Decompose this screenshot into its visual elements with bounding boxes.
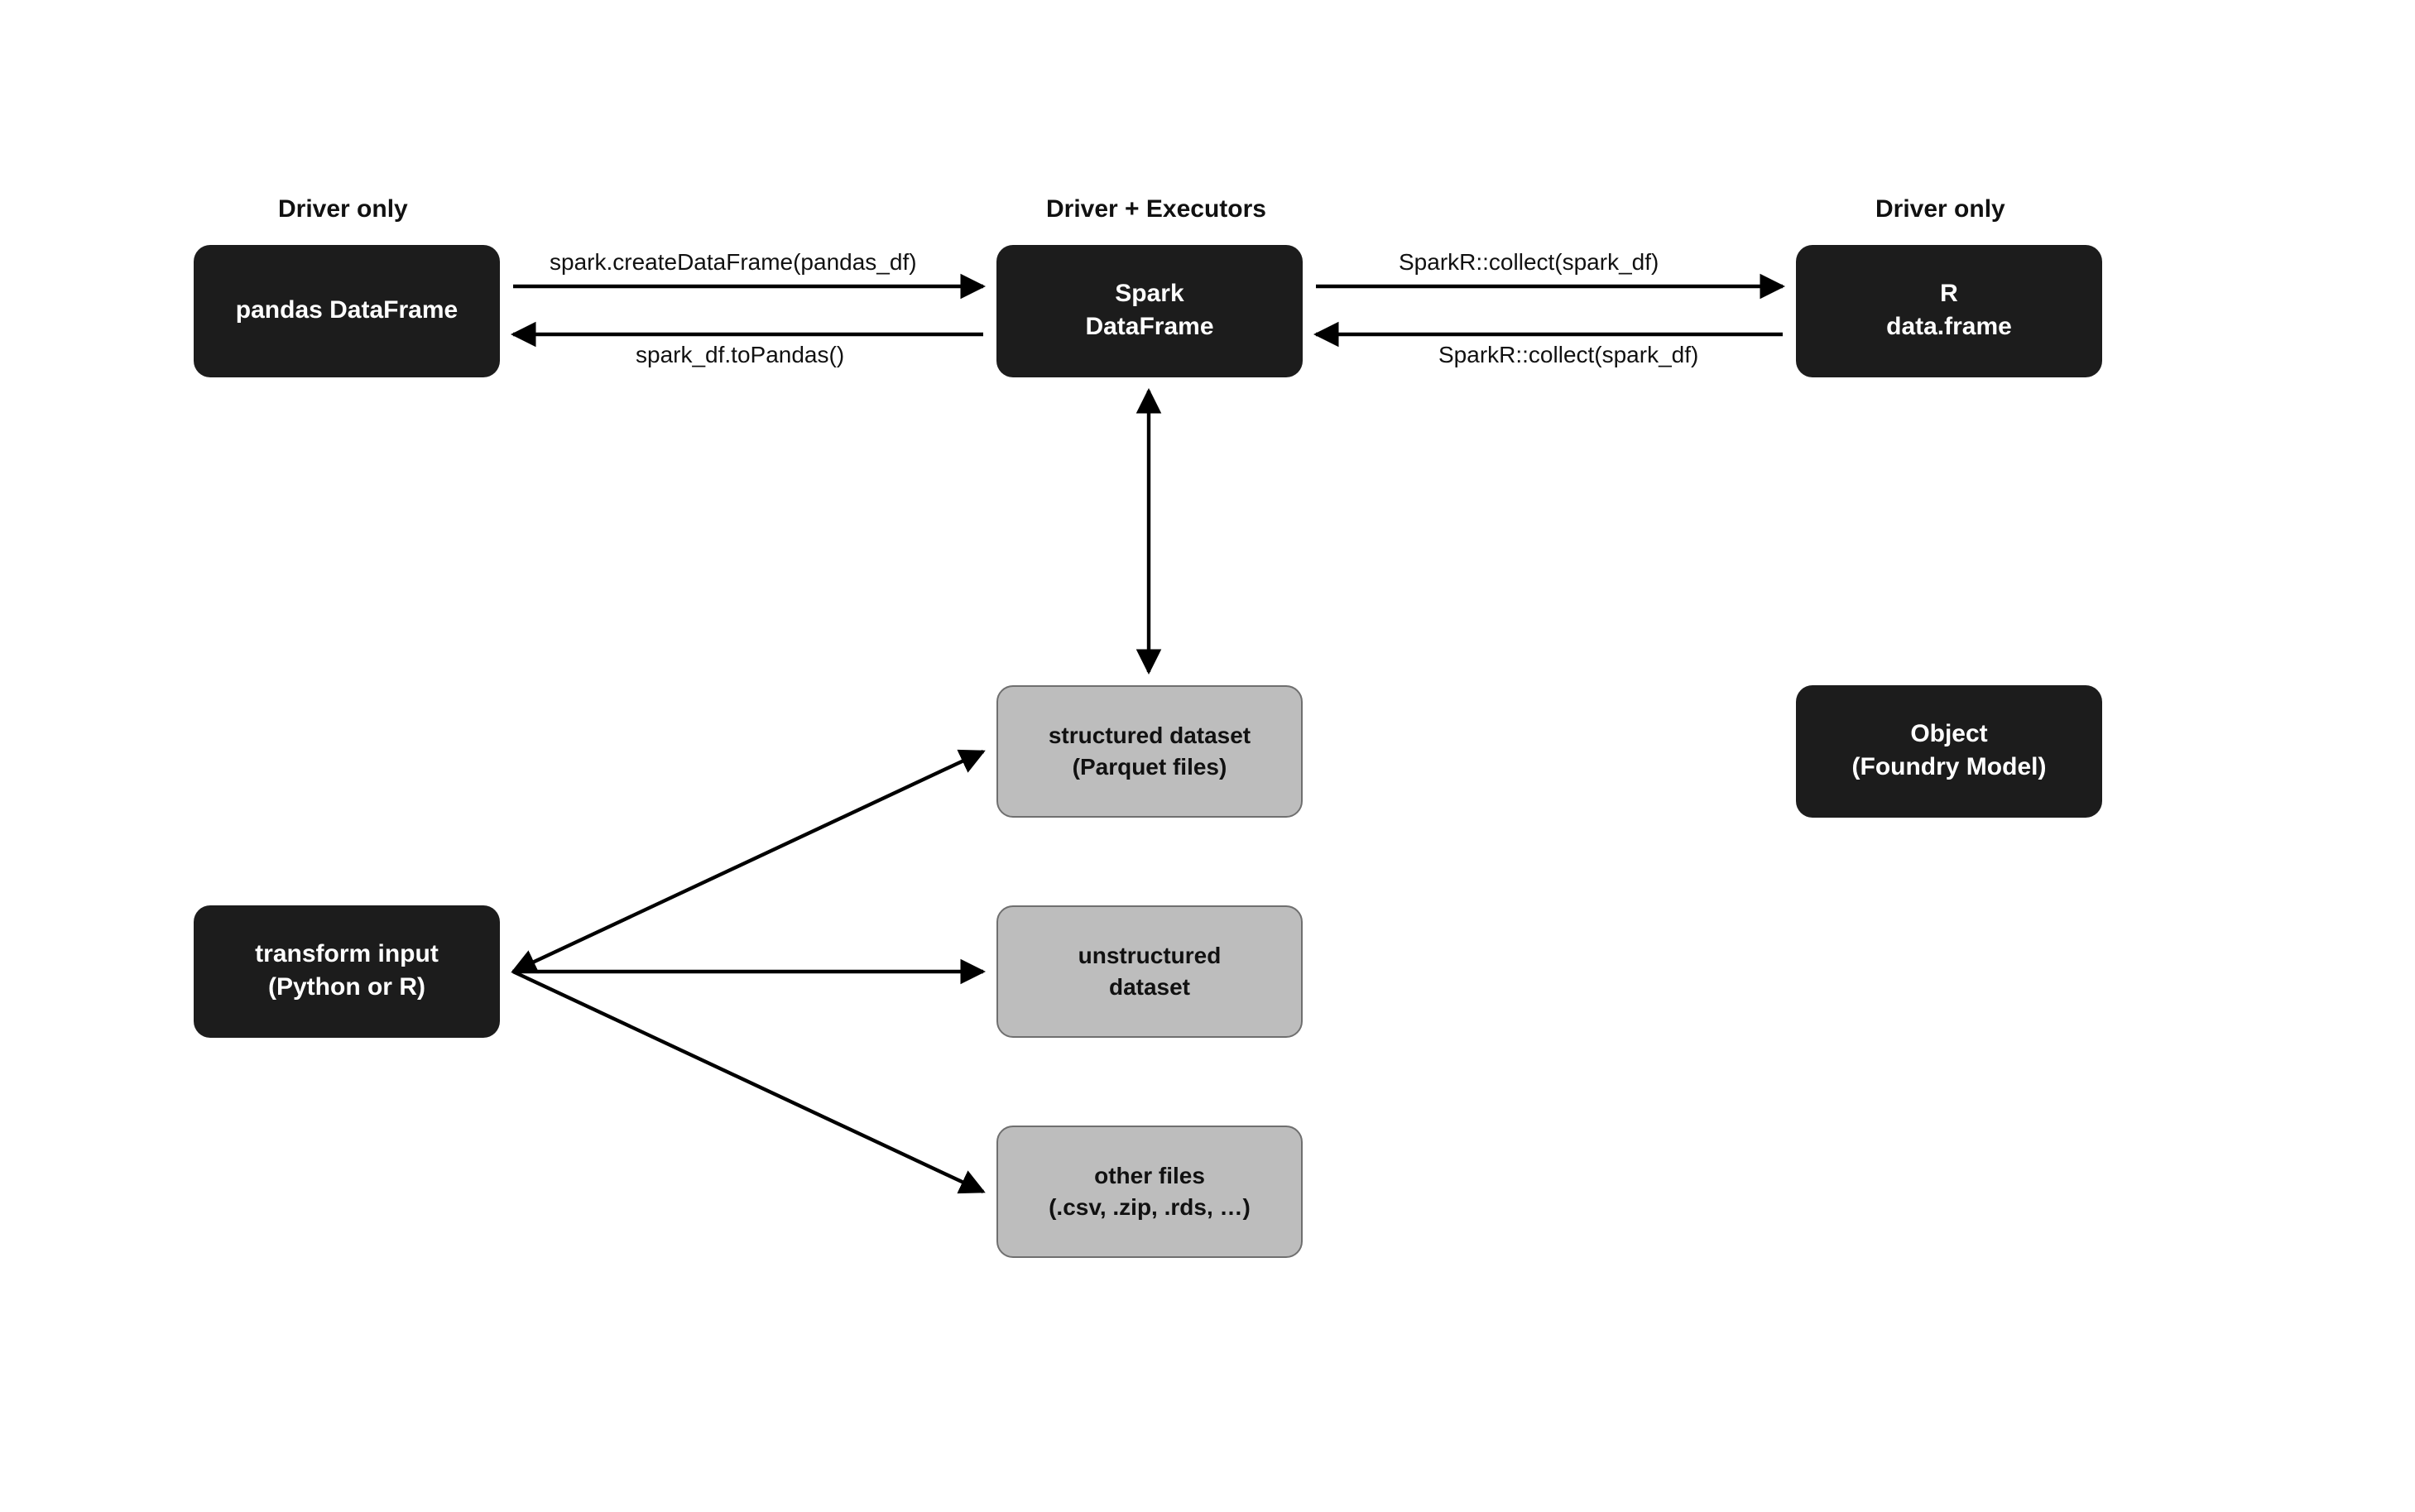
node-label: Spark (1115, 278, 1183, 312)
node-r-dataframe: R data.frame (1796, 245, 2102, 377)
node-label: data.frame (1886, 311, 2012, 345)
edge-label-spark-to-pandas: spark_df.toPandas() (636, 341, 844, 367)
node-spark-dataframe: Spark DataFrame (996, 245, 1303, 377)
node-label: pandas DataFrame (236, 295, 458, 329)
node-label: dataset (1109, 972, 1190, 1003)
node-label: (Foundry Model) (1852, 751, 2047, 785)
node-unstructured-dataset: unstructured dataset (996, 905, 1303, 1038)
edge-label-pandas-to-spark: spark.createDataFrame(pandas_df) (550, 248, 917, 275)
header-driver-only-left: Driver only (278, 195, 408, 223)
node-structured-dataset: structured dataset (Parquet files) (996, 685, 1303, 818)
node-pandas-dataframe: pandas DataFrame (194, 245, 500, 377)
arrow-transform-other (513, 972, 983, 1192)
header-driver-only-right: Driver only (1875, 195, 2005, 223)
node-label: R (1940, 278, 1958, 312)
node-other-files: other files (.csv, .zip, .rds, …) (996, 1126, 1303, 1258)
node-label: DataFrame (1085, 311, 1213, 345)
edge-label-r-to-spark: SparkR::collect(spark_df) (1438, 341, 1698, 367)
diagram-canvas: Driver only Driver + Executors Driver on… (0, 0, 2415, 1512)
node-label: (Python or R) (268, 972, 425, 1006)
node-label: other files (1094, 1160, 1205, 1192)
arrow-transform-structured (513, 751, 983, 972)
node-label: structured dataset (1049, 720, 1251, 751)
node-label: transform input (255, 938, 439, 972)
node-label: unstructured (1078, 940, 1222, 972)
node-label: (Parquet files) (1073, 751, 1227, 783)
node-transform-input: transform input (Python or R) (194, 905, 500, 1038)
header-driver-executors: Driver + Executors (1046, 195, 1266, 223)
node-object-foundry-model: Object (Foundry Model) (1796, 685, 2102, 818)
node-label: (.csv, .zip, .rds, …) (1049, 1192, 1251, 1223)
node-label: Object (1910, 718, 1987, 752)
edge-label-spark-to-r: SparkR::collect(spark_df) (1399, 248, 1659, 275)
